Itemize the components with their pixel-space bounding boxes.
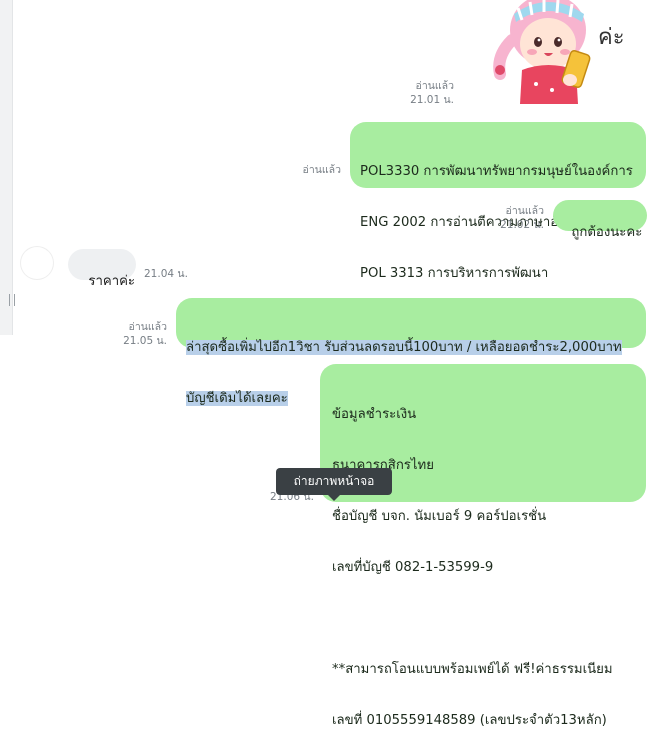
sender-avatar[interactable] <box>20 246 54 280</box>
message-line: POL3330 การพัฒนาทรัพยากรมนุษย์ในองค์การ <box>360 164 633 179</box>
message-5-meta: อ่านแล้ว 21.05 น. <box>123 320 167 348</box>
message-line: เลขที่ 0105559148589 (เลขประจำตัว13หลัก) <box>332 713 607 728</box>
message-3-meta: อ่านแล้ว 21.02 น. <box>500 204 544 232</box>
resize-handle[interactable] <box>9 294 15 306</box>
left-panel-edge <box>0 0 13 335</box>
message-line: ข้อมูลชำระเงิน <box>332 407 417 422</box>
message-text: ราคาค่ะ <box>88 274 136 289</box>
message-2-meta: อ่านแล้ว <box>303 163 341 177</box>
read-receipt: อ่านแล้ว <box>302 164 341 176</box>
selected-message-line: บัญชีเดิมได้เลยคะ <box>186 391 288 406</box>
timestamp: 21.05 น. <box>123 335 167 347</box>
message-bubble-price[interactable]: ราคาค่ะ <box>68 249 136 289</box>
message-bubble-discount[interactable]: ล่าสุดซื้อเพิ่มไปอีก1วิชา รับส่วนลดรอบนี… <box>176 298 646 406</box>
sticker-caption: ค่ะ <box>598 25 625 50</box>
read-receipt: อ่านแล้ว <box>128 321 167 333</box>
timestamp: 21.01 น. <box>410 94 454 106</box>
read-receipt: อ่านแล้ว <box>505 205 544 217</box>
read-receipt: อ่านแล้ว <box>415 80 454 92</box>
selected-message-line: ล่าสุดซื้อเพิ่มไปอีก1วิชา รับส่วนลดรอบนี… <box>186 340 622 355</box>
message-bubble-courses[interactable]: POL3330 การพัฒนาทรัพยากรมนุษย์ในองค์การ … <box>350 122 646 281</box>
message-line: POL 3313 การบริหารการพัฒนา <box>360 266 549 281</box>
message-line: ชื่อบัญชี บจก. นัมเบอร์ 9 คอร์ปอเรชั่น <box>332 509 547 524</box>
message-line <box>332 610 634 627</box>
timestamp: 21.04 น. <box>144 268 188 280</box>
message-bubble-confirm[interactable]: ถูกต้องนะคะ <box>553 200 647 240</box>
timestamp: 21.02 น. <box>500 219 544 231</box>
sticker-girl-with-phone: ค่ะ <box>493 0 625 104</box>
message-line: เลขที่บัญชี 082-1-53599-9 <box>332 560 494 575</box>
message-1-meta: อ่านแล้ว 21.01 น. <box>410 79 454 107</box>
message-4-meta: 21.04 น. <box>144 267 188 281</box>
message-line: **สามารถโอนแบบพร้อมเพย์ได้ ฟรี!ค่าธรรมเน… <box>332 662 613 677</box>
message-text: ถูกต้องนะคะ <box>571 225 643 240</box>
screenshot-tooltip: ถ่ายภาพหน้าจอ <box>276 468 392 501</box>
